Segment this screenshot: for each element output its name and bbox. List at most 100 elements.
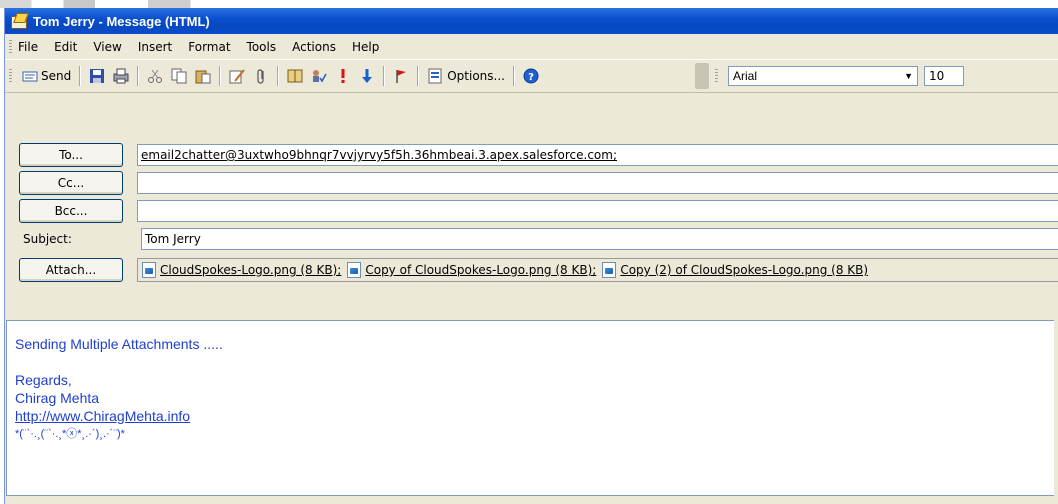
copy-button[interactable] <box>169 65 189 87</box>
attach-button[interactable] <box>251 65 271 87</box>
cc-button[interactable]: Cc... <box>19 171 123 195</box>
follow-up-button[interactable] <box>391 65 411 87</box>
message-body[interactable]: Sending Multiple Attachments ..... Regar… <box>6 320 1054 496</box>
toolbar-separator <box>277 66 280 86</box>
options-label: Options... <box>447 69 505 83</box>
subject-value: Tom Jerry <box>145 232 201 246</box>
bcc-button-label: Bcc... <box>54 204 88 218</box>
svg-text:?: ? <box>528 72 534 83</box>
toolbar-separator <box>219 66 222 86</box>
attach-row: Attach... CloudSpokes-Logo.png (8 KB); C… <box>5 256 1058 284</box>
printer-icon <box>113 68 129 84</box>
font-size-select[interactable]: 10 <box>923 66 964 86</box>
chevron-down-icon: ▼ <box>904 71 913 81</box>
toolbar-overflow-button[interactable] <box>694 63 709 89</box>
insert-file-button[interactable] <box>227 65 247 87</box>
toolbar-separator <box>383 66 386 86</box>
exclamation-icon <box>335 68 351 84</box>
menu-insert[interactable]: Insert <box>138 40 172 54</box>
website-link[interactable]: http://www.ChiragMehta.info <box>15 408 190 424</box>
standard-toolbar: Send Options... ? Arial ▼ 10 <box>5 59 1058 93</box>
send-icon <box>22 68 38 84</box>
flag-icon <box>393 68 409 84</box>
cc-field[interactable] <box>137 172 1058 194</box>
low-importance-button[interactable] <box>357 65 377 87</box>
to-field[interactable]: email2chatter@3uxtwho9bhnqr7vvjyrvy5f5h.… <box>137 144 1058 166</box>
image-file-icon <box>142 262 156 278</box>
body-line: Sending Multiple Attachments ..... <box>15 336 223 352</box>
cut-button[interactable] <box>145 65 165 87</box>
attachment-name: Copy of CloudSpokes-Logo.png (8 KB); <box>365 263 597 277</box>
bcc-row: Bcc... <box>5 197 1058 225</box>
scissors-icon <box>147 68 163 84</box>
background-strip <box>0 0 1058 8</box>
to-button-label: To... <box>59 148 83 162</box>
paste-icon <box>195 68 211 84</box>
help-icon: ? <box>523 68 539 84</box>
help-button[interactable]: ? <box>521 65 541 87</box>
menu-edit[interactable]: Edit <box>54 40 77 54</box>
attachment-item[interactable]: Copy (2) of CloudSpokes-Logo.png (8 KB) <box>602 262 868 278</box>
menu-actions[interactable]: Actions <box>292 40 336 54</box>
cc-row: Cc... <box>5 169 1058 197</box>
body-link-line: http://www.ChiragMehta.info <box>15 407 1054 425</box>
toolbar-separator <box>512 66 515 86</box>
save-button[interactable] <box>87 65 107 87</box>
format-toolbar-grip <box>714 69 718 83</box>
font-size-value: 10 <box>928 69 945 83</box>
options-button[interactable]: Options... <box>425 65 507 87</box>
send-button[interactable]: Send <box>20 65 73 87</box>
to-recipient: email2chatter@3uxtwho9bhnqr7vvjyrvy5f5h.… <box>141 148 618 162</box>
image-file-icon <box>602 262 617 278</box>
image-file-icon <box>347 262 362 278</box>
paste-button[interactable] <box>193 65 213 87</box>
menu-bar: File Edit View Insert Format Tools Actio… <box>5 36 1058 58</box>
attachments-field: CloudSpokes-Logo.png (8 KB); Copy of Clo… <box>137 258 1058 282</box>
toolbar-grip <box>9 69 12 83</box>
menu-file[interactable]: File <box>18 40 38 54</box>
attachment-name: Copy (2) of CloudSpokes-Logo.png (8 KB) <box>620 263 869 277</box>
save-icon <box>89 68 105 84</box>
body-decoration-line: *(¨`·.¸(¨`·.¸*ⓧ*¸.·´)¸.·´¨)* <box>15 428 125 440</box>
attachment-item[interactable]: CloudSpokes-Logo.png (8 KB); <box>142 262 341 278</box>
down-arrow-icon <box>359 68 375 84</box>
attachment-item[interactable]: Copy of CloudSpokes-Logo.png (8 KB); <box>347 262 596 278</box>
font-select[interactable]: Arial ▼ <box>727 66 918 86</box>
menu-format[interactable]: Format <box>188 40 230 54</box>
attach-button-label: Attach... <box>45 263 97 277</box>
send-label: Send <box>41 69 72 83</box>
options-icon <box>427 68 443 84</box>
pencil-icon <box>229 68 246 84</box>
window-title: Tom Jerry - Message (HTML) <box>33 13 210 29</box>
attach-files-button[interactable]: Attach... <box>19 258 123 282</box>
address-book-button[interactable] <box>285 65 305 87</box>
body-line: Chirag Mehta <box>15 390 100 406</box>
envelope-icon <box>11 13 29 29</box>
body-line: Regards, <box>15 372 72 388</box>
attachment-name: CloudSpokes-Logo.png (8 KB); <box>160 263 342 277</box>
to-button[interactable]: To... <box>19 143 123 167</box>
bcc-field[interactable] <box>137 200 1058 222</box>
font-value: Arial <box>732 69 757 83</box>
subject-field[interactable]: Tom Jerry <box>141 228 1058 250</box>
subject-row: Subject: Tom Jerry <box>5 225 1058 253</box>
paperclip-icon <box>253 68 269 84</box>
copy-icon <box>171 68 187 84</box>
address-book-icon <box>287 68 303 84</box>
toolbar-separator <box>79 66 82 86</box>
menu-grip <box>9 40 12 54</box>
title-bar: Tom Jerry - Message (HTML) <box>5 8 1058 34</box>
menu-help[interactable]: Help <box>352 40 379 54</box>
toolbar-separator <box>137 66 140 86</box>
subject-label: Subject: <box>23 232 72 246</box>
bcc-button[interactable]: Bcc... <box>19 199 123 223</box>
high-importance-button[interactable] <box>333 65 353 87</box>
check-names-icon <box>311 68 327 84</box>
print-button[interactable] <box>111 65 131 87</box>
to-row: To... email2chatter@3uxtwho9bhnqr7vvjyrv… <box>5 141 1058 169</box>
toolbar-separator <box>417 66 420 86</box>
cc-button-label: Cc... <box>57 176 85 190</box>
menu-tools[interactable]: Tools <box>247 40 277 54</box>
menu-view[interactable]: View <box>93 40 121 54</box>
check-names-button[interactable] <box>309 65 329 87</box>
